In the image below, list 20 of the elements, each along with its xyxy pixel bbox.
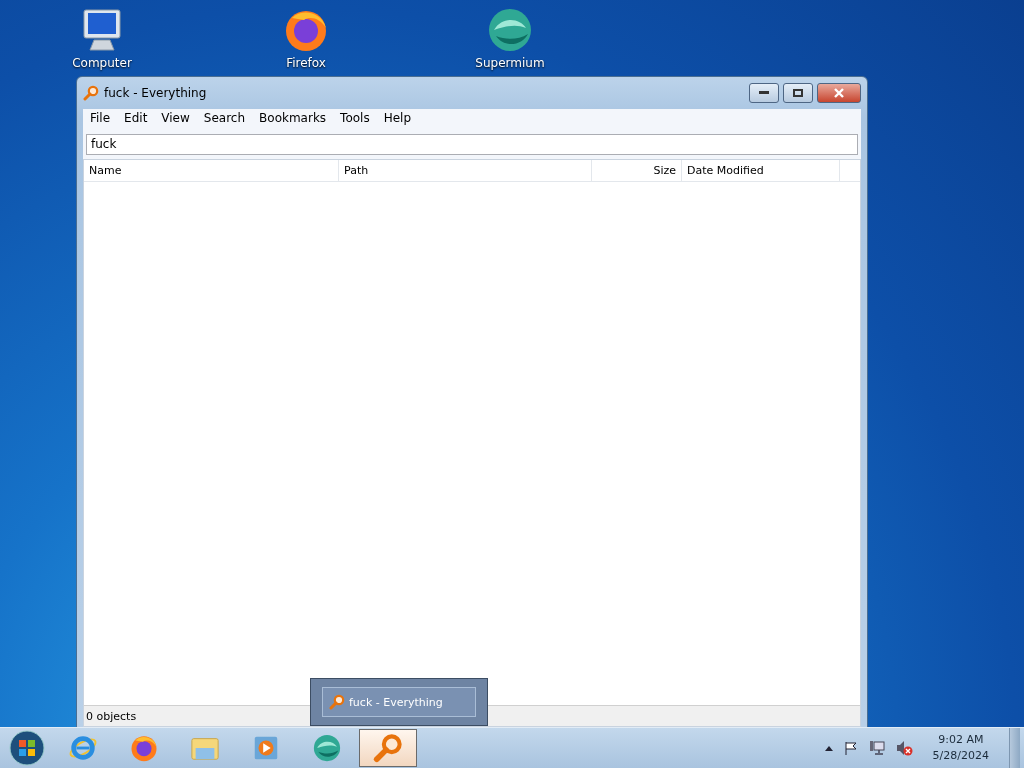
desktop-icon-label[interactable]: Computer <box>72 56 132 70</box>
menu-item[interactable]: Bookmarks <box>252 109 334 129</box>
window-title: fuck - Everything <box>104 86 208 100</box>
column-header[interactable]: Date Modified <box>682 159 840 181</box>
menu-item[interactable]: Edit <box>117 109 155 129</box>
menu-item[interactable]: File <box>83 109 118 129</box>
status-text: 0 objects <box>85 709 137 723</box>
clock-date[interactable]: 5/28/2024 <box>932 748 989 764</box>
column-header[interactable]: Path <box>339 159 592 181</box>
clock-time[interactable]: 9:02 AM <box>938 732 984 748</box>
column-header[interactable]: Size <box>592 159 682 181</box>
menu-item[interactable]: View <box>154 109 197 129</box>
desktop-icon-label[interactable]: Firefox <box>286 56 326 70</box>
menu-item[interactable]: Tools <box>333 109 377 129</box>
menu-item[interactable]: Search <box>196 109 253 129</box>
column-header[interactable]: Name <box>84 159 339 181</box>
search-field[interactable]: fuck <box>86 133 858 155</box>
desktop-icon-label[interactable]: Supermium <box>475 56 545 70</box>
preview-title: fuck - Everything <box>349 695 443 709</box>
menu-item[interactable]: Help <box>376 109 419 129</box>
